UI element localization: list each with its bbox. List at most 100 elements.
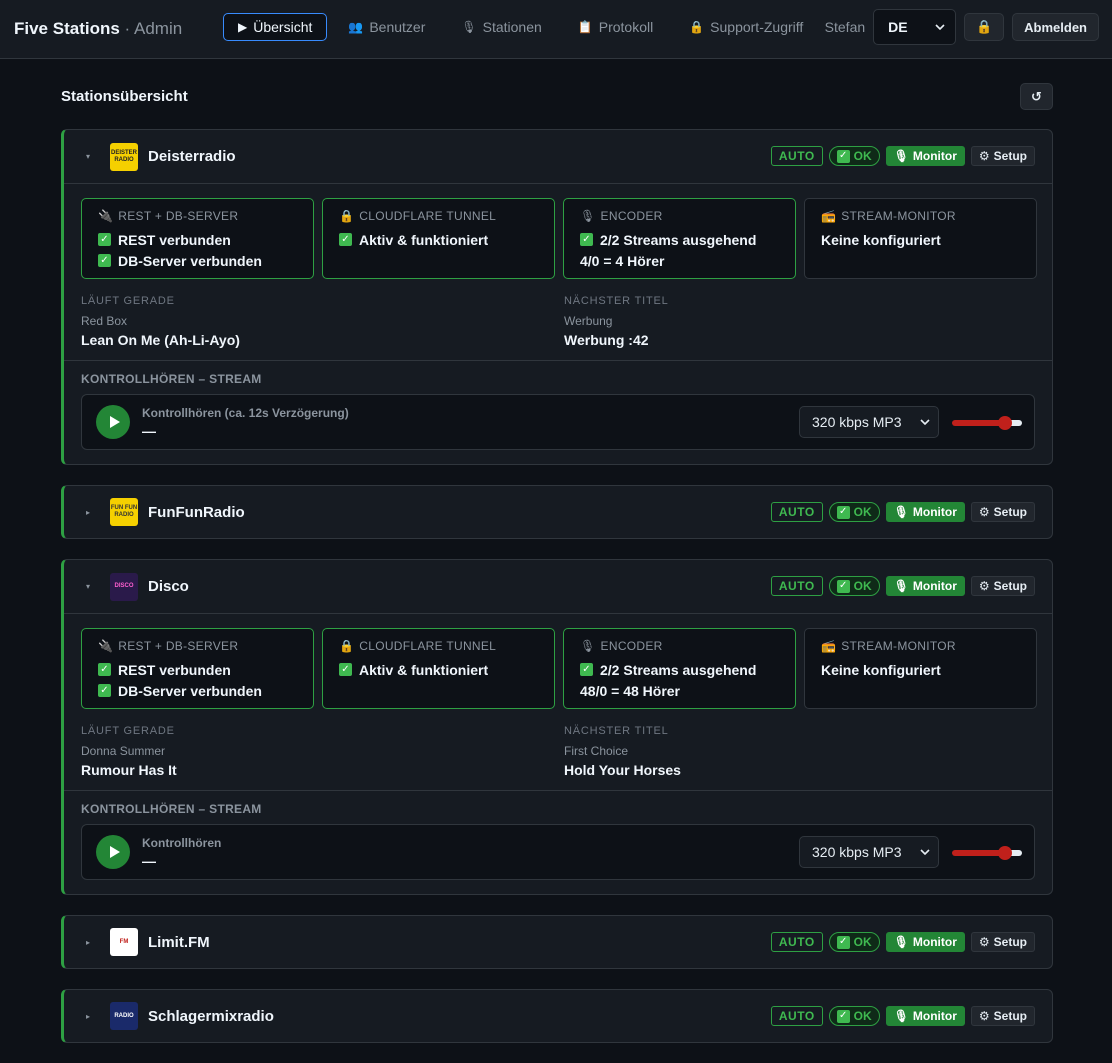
tab-stationen[interactable]: 🎙 Stationen xyxy=(446,13,556,41)
play-button[interactable] xyxy=(96,835,130,869)
monitor-button[interactable]: 🎙 Monitor xyxy=(885,932,965,952)
caret-right-icon[interactable]: ▸ xyxy=(86,508,110,517)
card-title: 🔒 CLOUDFLARE TUNNEL xyxy=(339,639,554,653)
setup-button[interactable]: ⚙ Setup xyxy=(970,576,1035,596)
tunnel-card: 🔒 CLOUDFLARE TUNNEL ✓ Aktiv & funktioniert xyxy=(322,628,555,709)
listener-count: 48/0 = 48 Hörer xyxy=(580,682,681,699)
encoder-card: 🎙 ENCODER ✓ 2/2 Streams ausgehend 48/0 = 48 … xyxy=(563,628,796,709)
monitor-label: Monitor xyxy=(912,579,957,593)
user-name: Stefan xyxy=(824,19,866,35)
station-header[interactable]: ▸ RADIO Schlagermixradio AUTO ✓ OK 🎙 Monitor ⚙ Se… xyxy=(64,990,1052,1042)
next-artist: Werbung xyxy=(564,314,613,328)
caret-down-icon[interactable]: ▾ xyxy=(86,152,110,161)
ok-label: OK xyxy=(853,579,872,593)
app-brand: Five Stations · Admin xyxy=(14,19,182,39)
chevron-down-icon xyxy=(920,849,930,855)
monitor-button[interactable]: 🎙 Monitor xyxy=(885,146,965,166)
station-list: ▾ DEISTER RADIO Deisterradio AUTO ✓ OK 🎙 Monito… xyxy=(61,129,1053,1043)
station-header[interactable]: ▾ DEISTER RADIO Deisterradio AUTO ✓ OK 🎙 Monito… xyxy=(64,130,1052,183)
nav-label: Übersicht xyxy=(253,19,313,35)
quality-select[interactable]: 320 kbps MP3 xyxy=(799,406,939,438)
station-logo-text: DEISTER RADIO xyxy=(110,149,137,163)
db-status: ✓ DB-Server verbunden xyxy=(98,250,313,271)
logout-button[interactable]: Abmelden xyxy=(1012,13,1099,41)
chevron-down-icon xyxy=(920,419,930,425)
auto-badge: AUTO xyxy=(770,502,823,522)
monitor-button[interactable]: 🎙 Monitor xyxy=(885,576,965,596)
station-header[interactable]: ▸ FM Limit.FM AUTO ✓ OK 🎙 Monitor ⚙ Setup xyxy=(64,916,1052,968)
tab-support[interactable]: 🔒 Support-Zugriff xyxy=(674,13,818,41)
stream-monitor-status: Keine konfiguriert xyxy=(821,661,941,678)
setup-button[interactable]: ⚙ Setup xyxy=(970,146,1035,166)
radio-icon: 📻 xyxy=(821,209,837,223)
monitor-label: Monitor xyxy=(912,935,957,949)
auto-badge: AUTO xyxy=(770,932,823,952)
stream-monitor-card: 📻 STREAM-MONITOR Keine konfiguriert xyxy=(804,198,1037,279)
tab-benutzer[interactable]: 👥 Benutzer xyxy=(333,13,440,41)
plug-icon: 🔌 xyxy=(98,639,114,653)
quality-select[interactable]: 320 kbps MP3 xyxy=(799,836,939,868)
card-title: 🎙 ENCODER xyxy=(580,209,795,223)
status-badges: AUTO ✓ OK 🎙 Monitor ⚙ Setup xyxy=(770,576,1035,596)
ok-label: OK xyxy=(853,149,872,163)
rest-status-text: REST verbunden xyxy=(118,661,231,678)
monitor-button[interactable]: 🎙 Monitor xyxy=(885,502,965,522)
check-icon: ✓ xyxy=(580,663,593,676)
volume-knob[interactable] xyxy=(997,846,1012,860)
next-title: Hold Your Horses xyxy=(564,762,681,778)
nav-label: Protokoll xyxy=(598,19,654,35)
next-label: NÄCHSTER TITEL xyxy=(564,725,669,737)
language-select[interactable]: DE xyxy=(873,9,957,45)
refresh-button[interactable]: ↺ xyxy=(1020,83,1053,110)
volume-slider[interactable] xyxy=(952,416,1022,430)
now-playing: LÄUFT GERADE Red Box Lean On Me (Ah-Li-Ayo… xyxy=(81,279,1035,360)
now-playing-next: NÄCHSTER TITEL First Choice Hold Your Hors… xyxy=(564,725,1035,778)
tab-uebersicht[interactable]: ▶ Übersicht xyxy=(223,13,328,41)
gear-icon: ⚙ xyxy=(978,935,990,949)
brand-sub: Admin xyxy=(133,19,183,38)
card-title-text: REST + DB-SERVER xyxy=(118,639,239,653)
station-card: ▸ RADIO Schlagermixradio AUTO ✓ OK 🎙 Monitor ⚙ Se… xyxy=(61,989,1053,1043)
caret-right-icon[interactable]: ▸ xyxy=(86,1012,110,1021)
volume-fill xyxy=(952,420,1005,426)
gear-icon: ⚙ xyxy=(978,505,990,519)
card-title: 🔌 REST + DB-SERVER xyxy=(98,209,313,223)
ok-label: OK xyxy=(853,935,872,949)
station-name: Limit.FM xyxy=(148,933,210,951)
listen-label: KONTROLLHÖREN – STREAM xyxy=(81,802,262,816)
check-icon: ✓ xyxy=(836,149,850,163)
benutzer-icon: 👥 xyxy=(348,20,364,34)
volume-knob[interactable] xyxy=(997,416,1012,430)
ok-badge: ✓ OK xyxy=(828,146,880,166)
setup-button[interactable]: ⚙ Setup xyxy=(970,932,1035,952)
station-logo-text: FM xyxy=(119,938,129,945)
volume-slider[interactable] xyxy=(952,846,1022,860)
check-icon: ✓ xyxy=(836,1009,850,1023)
station-logo: RADIO xyxy=(110,1002,138,1030)
monitor-button[interactable]: 🎙 Monitor xyxy=(885,1006,965,1026)
tab-protokoll[interactable]: 📋 Protokoll xyxy=(563,13,668,41)
setup-button[interactable]: ⚙ Setup xyxy=(970,502,1035,522)
setup-button[interactable]: ⚙ Setup xyxy=(970,1006,1035,1026)
station-header[interactable]: ▸ FUN FUN RADIO FunFunRadio AUTO ✓ OK 🎙 Monitor… xyxy=(64,486,1052,538)
stream-monitor-card: 📻 STREAM-MONITOR Keine konfiguriert xyxy=(804,628,1037,709)
rest-status: ✓ REST verbunden xyxy=(98,229,313,250)
now-playing-next: NÄCHSTER TITEL Werbung Werbung :42 xyxy=(564,295,1035,348)
brand-name: Five Stations xyxy=(14,19,120,38)
play-button[interactable] xyxy=(96,405,130,439)
microphone-icon: 🎙 xyxy=(893,505,909,519)
microphone-icon: 🎙 xyxy=(893,579,909,593)
listen-section: KONTROLLHÖREN – STREAM Kontrollhören — 320 … xyxy=(64,790,1052,894)
caret-down-icon[interactable]: ▾ xyxy=(86,582,110,591)
encoder-streams-text: 2/2 Streams ausgehend xyxy=(600,231,757,248)
rest-status-text: REST verbunden xyxy=(118,231,231,248)
db-status-text: DB-Server verbunden xyxy=(118,682,262,699)
station-logo-text: RADIO xyxy=(114,1012,134,1019)
player-title: Kontrollhören xyxy=(142,835,222,850)
caret-right-icon[interactable]: ▸ xyxy=(86,938,110,947)
ok-badge: ✓ OK xyxy=(828,576,880,596)
lock-button[interactable]: 🔒 xyxy=(964,13,1005,41)
station-header[interactable]: ▾ DISCO Disco AUTO ✓ OK 🎙 Monitor ⚙ Setup xyxy=(64,560,1052,613)
encoder-streams-text: 2/2 Streams ausgehend xyxy=(600,661,757,678)
card-title-text: CLOUDFLARE TUNNEL xyxy=(359,639,497,653)
